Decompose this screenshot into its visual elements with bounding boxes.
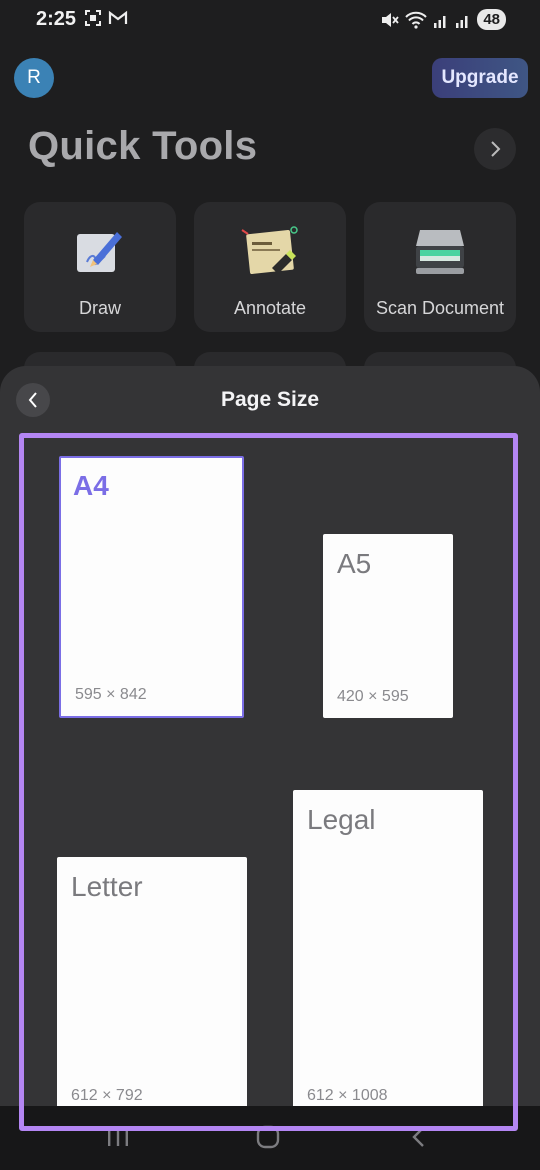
- gmail-icon: [108, 10, 128, 24]
- tool-scan-document-label: Scan Document: [375, 298, 505, 318]
- chevron-right-icon: [491, 141, 501, 157]
- screenshot-icon: [85, 10, 101, 26]
- sheet-title: Page Size: [220, 388, 320, 411]
- tool-scan-document[interactable]: Scan Document: [364, 202, 516, 332]
- tool-annotate[interactable]: Annotate: [194, 202, 346, 332]
- tool-draw[interactable]: Draw: [24, 202, 176, 332]
- quick-tools-title: Quick Tools: [28, 124, 258, 168]
- draw-icon: [77, 232, 122, 272]
- signal-icon: [434, 15, 446, 28]
- upgrade-button[interactable]: Upgrade: [432, 58, 528, 98]
- quick-tools-more-button[interactable]: [474, 128, 516, 170]
- status-time: 2:25: [36, 8, 77, 30]
- wifi-icon: [405, 11, 428, 29]
- avatar[interactable]: R: [14, 58, 54, 98]
- highlight-frame: [19, 433, 518, 1131]
- mute-icon: [382, 12, 400, 27]
- status-right-icons: 48: [379, 9, 506, 30]
- status-left-icons: [84, 9, 128, 27]
- tool-annotate-label: Annotate: [233, 298, 307, 318]
- battery-level: 48: [477, 9, 506, 30]
- annotate-icon: [241, 226, 298, 274]
- scanner-icon: [416, 230, 464, 274]
- tool-draw-label: Draw: [78, 298, 121, 318]
- signal-icon-2: [456, 15, 468, 28]
